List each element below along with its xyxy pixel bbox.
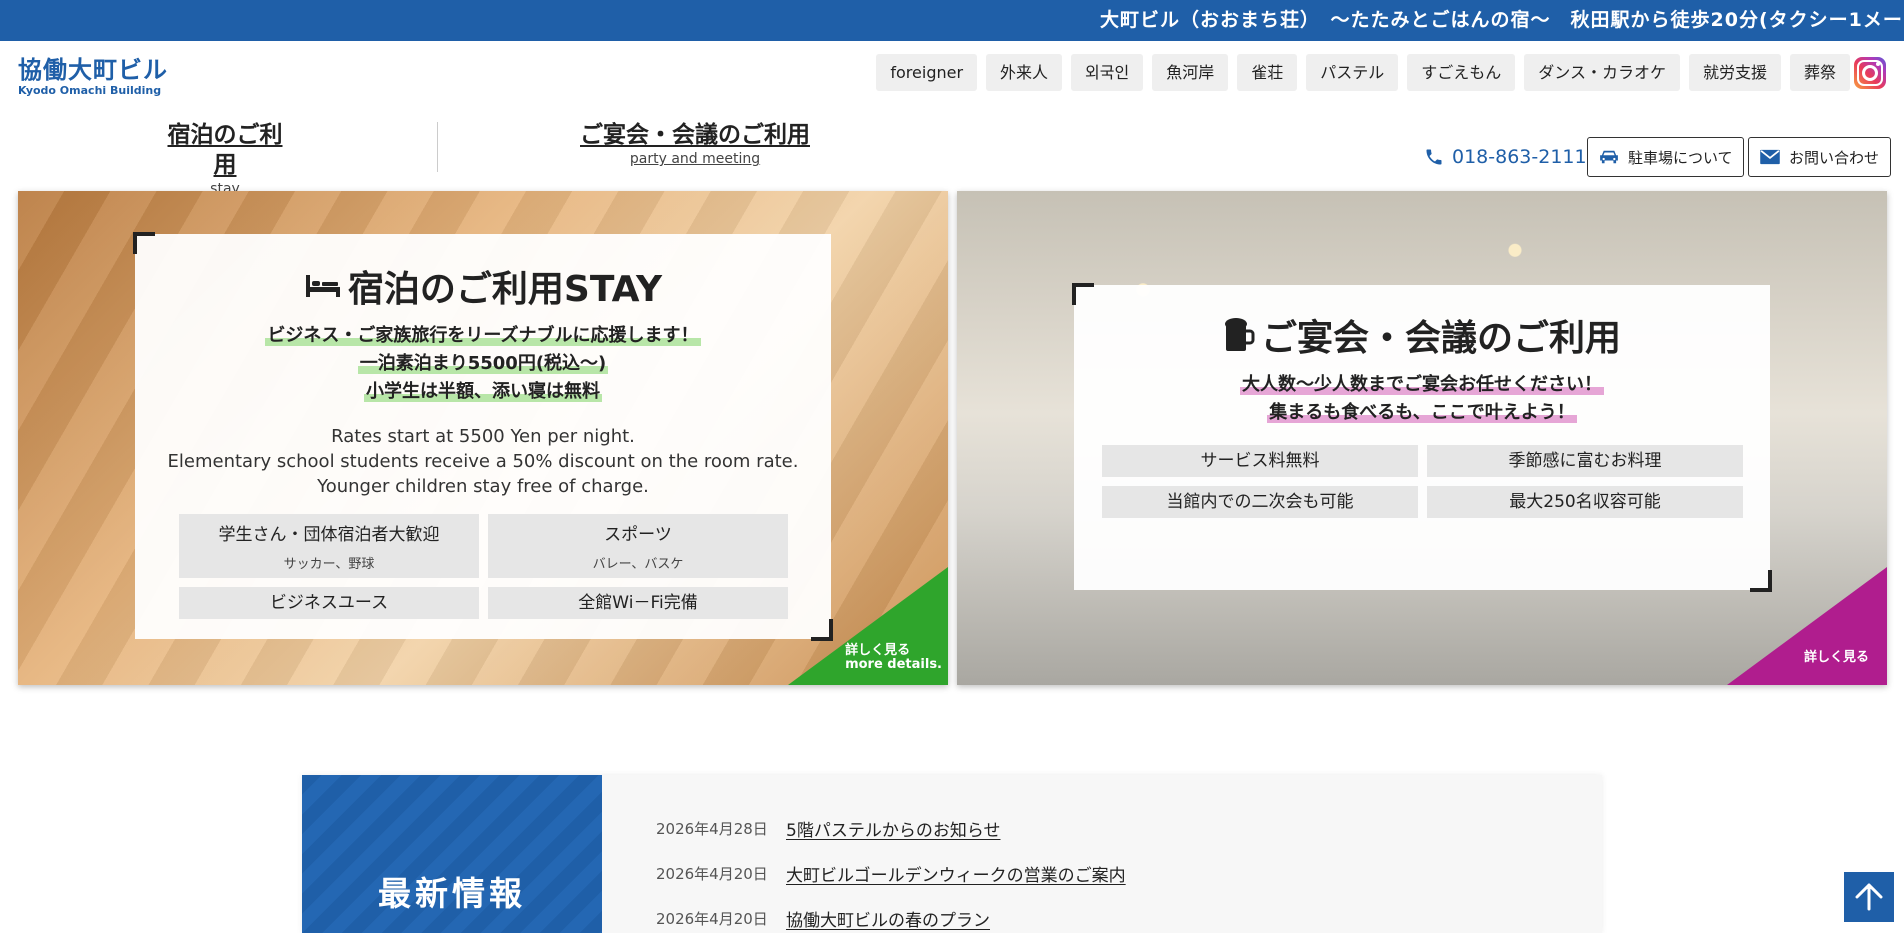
phone-link[interactable]: 018-863-2111 [1424,144,1587,170]
news-section: 最新情報 2026年4月28日 5階パステルからのお知らせ 2026年4月20日… [302,775,1602,933]
party-more-corner[interactable] [1727,567,1887,685]
party-card[interactable]: ご宴会・会議のご利用 大人数〜少人数までご宴会お任せください！ 集まるも食べるも… [957,191,1887,685]
news-header: 最新情報 [302,775,602,933]
news-title: 最新情報 [378,874,526,913]
nav-stay[interactable]: 宿泊のご利用 stay [158,120,292,198]
nav-party[interactable]: ご宴会・会議のご利用 party and meeting [580,120,810,168]
inquiry-button[interactable]: お問い合わせ [1748,137,1891,177]
car-icon [1600,150,1618,164]
nav-funeral[interactable]: 葬祭 [1789,54,1850,91]
news-link[interactable]: 協働大町ビルの春のプラン [786,906,990,931]
party-title: ご宴会・会議のご利用 [1260,318,1621,359]
stay-more-label[interactable]: 詳しく見る more details. [845,644,942,672]
party-more-label[interactable]: 詳しく見る [1804,651,1869,665]
nav-party-jp: ご宴会・会議のご利用 [580,122,810,148]
stay-feature-sports: スポーツ バレー、バスケ [488,514,788,578]
nav-sugoemon[interactable]: すごえもん [1407,54,1516,91]
corner-mark [133,232,155,254]
party-feature-after-party: 当館内での二次会も可能 [1102,486,1418,518]
corner-mark [1072,283,1094,305]
phone-icon [1426,149,1442,165]
back-to-top-button[interactable] [1844,872,1894,922]
news-date: 2026年4月20日 [656,864,768,883]
facility-nav: foreigner 外来人 외국인 魚河岸 雀荘 パステル すごえもん ダンス・… [876,54,1850,91]
beer-icon [1224,318,1255,351]
logo-en: Kyodo Omachi Building [18,84,162,97]
news-date: 2026年4月20日 [656,909,768,928]
bed-icon [305,275,340,297]
stay-feature-students: 学生さん・団体宿泊者大歓迎 サッカー、野球 [179,514,479,578]
news-link[interactable]: 大町ビルゴールデンウィークの営業のご案内 [786,861,1126,886]
party-feature-capacity: 最大250名収容可能 [1427,486,1743,518]
parking-label: 駐車場について [1628,148,1733,167]
stay-highlight-2: 一泊素泊まり5500円(税込〜) [357,353,609,374]
stay-title-row: 宿泊のご利用STAY [135,260,831,312]
stay-highlight-3: 小学生は半額、添い寝は無料 [364,381,602,402]
stay-english-3: Younger children stay free of charge. [317,476,649,497]
nav-party-en: party and meeting [629,151,761,167]
news-item: 2026年4月28日 5階パステルからのお知らせ [656,815,1000,841]
stay-highlight-1: ビジネス・ご家族旅行をリーズナブルに応援します！ [265,325,701,346]
stay-feature-wifi: 全館Wi－Fi完備 [488,587,788,619]
news-link[interactable]: 5階パステルからのお知らせ [786,816,1000,841]
mail-icon [1760,149,1780,165]
stay-panel: 宿泊のご利用STAY ビジネス・ご家族旅行をリーズナブルに応援します！ 一泊素泊… [133,232,833,641]
nav-korean[interactable]: 외국인 [1071,54,1144,91]
phone-number: 018-863-2111 [1452,146,1587,168]
nav-pastel[interactable]: パステル [1306,54,1399,91]
stay-title: 宿泊のご利用STAY [347,269,663,310]
nav-dance-karaoke[interactable]: ダンス・カラオケ [1524,54,1680,91]
stay-english-1: Rates start at 5500 Yen per night. [331,426,635,447]
nav-foreigner[interactable]: foreigner [876,54,978,91]
party-highlight-2: 集まるも食べるも、ここで叶えよう！ [1267,402,1577,423]
nav-chinese[interactable]: 外来人 [986,54,1063,91]
party-feature-no-service-fee: サービス料無料 [1102,445,1418,477]
logo-jp: 協働大町ビル [18,56,168,84]
inquiry-label: お問い合わせ [1789,148,1880,167]
nav-divider [437,122,438,172]
party-feature-seasonal-food: 季節感に富むお料理 [1427,445,1743,477]
news-date: 2026年4月28日 [656,819,768,838]
nav-employment[interactable]: 就労支援 [1688,54,1781,91]
banner-text: 大町ビル（おおまち荘） 〜たたみとごはんの宿〜 秋田駅から徒歩20分(タクシー1… [1100,9,1903,31]
parking-button[interactable]: 駐車場について [1587,137,1744,177]
party-title-row: ご宴会・会議のご利用 [1074,309,1770,361]
arrow-up-icon [1855,883,1883,911]
nav-uogashi[interactable]: 魚河岸 [1152,54,1229,91]
main-nav: 宿泊のご利用 stay ご宴会・会議のご利用 party and meeting [0,120,900,197]
top-banner: 大町ビル（おおまち荘） 〜たたみとごはんの宿〜 秋田駅から徒歩20分(タクシー1… [0,0,1904,41]
news-item: 2026年4月20日 協働大町ビルの春のプラン [656,905,990,931]
stay-english-2: Elementary school students receive a 50%… [167,451,799,472]
news-item: 2026年4月20日 大町ビルゴールデンウィークの営業のご案内 [656,860,1126,886]
party-panel: ご宴会・会議のご利用 大人数〜少人数までご宴会お任せください！ 集まるも食べるも… [1072,283,1772,592]
nav-mahjong[interactable]: 雀荘 [1237,54,1298,91]
nav-stay-jp: 宿泊のご利用 [167,122,283,178]
site-logo[interactable]: 協働大町ビル Kyodo Omachi Building [18,56,168,102]
stay-feature-business: ビジネスユース [179,587,479,619]
party-highlight-1: 大人数〜少人数までご宴会お任せください！ [1240,374,1604,395]
instagram-icon[interactable] [1854,57,1886,89]
stay-card[interactable]: 宿泊のご利用STAY ビジネス・ご家族旅行をリーズナブルに応援します！ 一泊素泊… [18,191,948,685]
